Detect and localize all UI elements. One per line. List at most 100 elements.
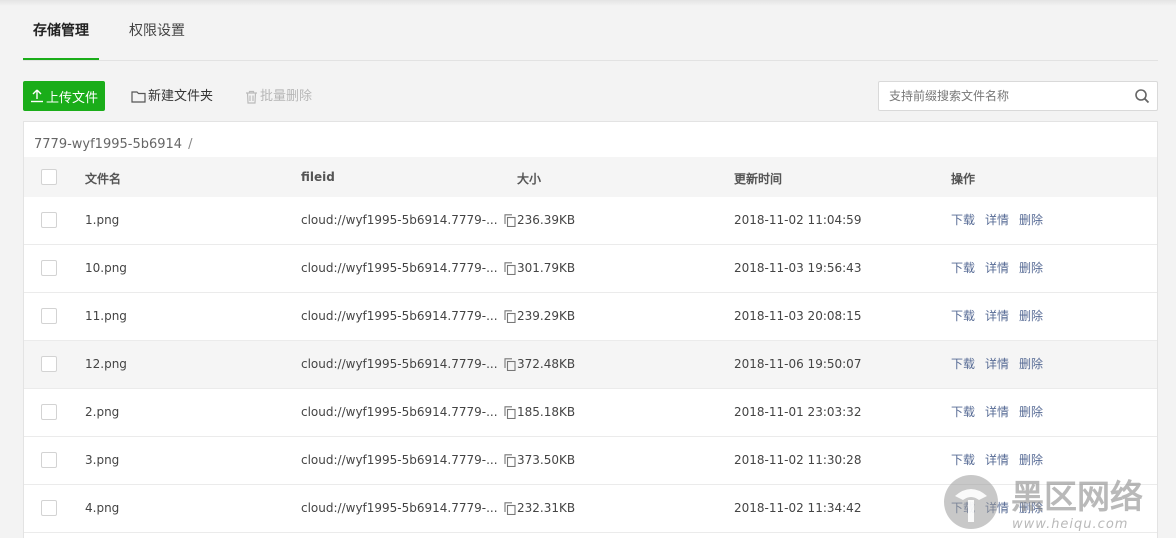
- file-name: 4.png: [85, 501, 120, 515]
- delete-link[interactable]: 删除: [1019, 405, 1043, 420]
- row-checkbox[interactable]: [41, 260, 57, 276]
- file-size: 301.79KB: [517, 261, 576, 275]
- upload-file-button[interactable]: 上传文件: [23, 81, 105, 111]
- upload-file-label: 上传文件: [45, 90, 98, 106]
- file-size: 239.29KB: [517, 309, 576, 323]
- detail-link[interactable]: 详情: [985, 309, 1009, 324]
- table-row[interactable]: 4.png cloud://wyf1995-5b6914.7779-... 23…: [24, 485, 1157, 533]
- detail-link[interactable]: 详情: [985, 501, 1009, 516]
- search-box: [878, 81, 1158, 111]
- row-checkbox[interactable]: [41, 212, 57, 228]
- row-actions: 下载 详情 删除: [951, 309, 1043, 324]
- header-fileid: fileid: [301, 170, 335, 184]
- tab-bar: 存储管理 权限设置: [23, 0, 1158, 61]
- download-link[interactable]: 下载: [951, 453, 975, 468]
- download-link[interactable]: 下载: [951, 213, 975, 228]
- trash-icon: [246, 90, 257, 104]
- file-id: cloud://wyf1995-5b6914.7779-...: [301, 261, 498, 275]
- copy-icon[interactable]: [504, 454, 516, 467]
- file-size: 372.48KB: [517, 357, 576, 371]
- file-id-cell: cloud://wyf1995-5b6914.7779-...: [301, 213, 516, 228]
- file-size: 236.39KB: [517, 213, 576, 227]
- search-icon[interactable]: [1134, 88, 1150, 104]
- header-filename: 文件名: [85, 172, 122, 186]
- detail-link[interactable]: 详情: [985, 213, 1009, 228]
- copy-icon[interactable]: [504, 214, 516, 227]
- file-size: 373.50KB: [517, 453, 576, 467]
- copy-icon[interactable]: [504, 406, 516, 419]
- file-id-cell: cloud://wyf1995-5b6914.7779-...: [301, 261, 516, 276]
- folder-icon: [131, 91, 146, 103]
- new-folder-label: 新建文件夹: [148, 89, 214, 104]
- batch-delete-label: 批量删除: [260, 89, 313, 104]
- download-link[interactable]: 下载: [951, 261, 975, 276]
- delete-link[interactable]: 删除: [1019, 501, 1043, 516]
- file-name: 1.png: [85, 213, 120, 227]
- update-time: 2018-11-06 19:50:07: [734, 357, 862, 371]
- batch-delete-button[interactable]: 批量删除: [245, 88, 312, 105]
- tab-storage-management[interactable]: 存储管理: [33, 22, 89, 40]
- table-row[interactable]: 2.png cloud://wyf1995-5b6914.7779-... 18…: [24, 389, 1157, 437]
- file-size: 232.31KB: [517, 501, 576, 515]
- file-name: 3.png: [85, 453, 120, 467]
- select-all-checkbox[interactable]: [41, 169, 57, 185]
- header-actions: 操作: [951, 172, 976, 186]
- row-checkbox[interactable]: [41, 452, 57, 468]
- copy-icon[interactable]: [504, 358, 516, 371]
- detail-link[interactable]: 详情: [985, 261, 1009, 276]
- delete-link[interactable]: 删除: [1019, 357, 1043, 372]
- file-id: cloud://wyf1995-5b6914.7779-...: [301, 501, 498, 515]
- table-row[interactable]: 1.png cloud://wyf1995-5b6914.7779-... 23…: [24, 197, 1157, 245]
- breadcrumb: 7779-wyf1995-5b6914 /: [34, 137, 192, 152]
- table-row[interactable]: 3.png cloud://wyf1995-5b6914.7779-... 37…: [24, 437, 1157, 485]
- search-input[interactable]: [879, 82, 1129, 110]
- delete-link[interactable]: 删除: [1019, 213, 1043, 228]
- file-id: cloud://wyf1995-5b6914.7779-...: [301, 405, 498, 419]
- file-name: 10.png: [85, 261, 127, 275]
- row-checkbox[interactable]: [41, 500, 57, 516]
- update-time: 2018-11-02 11:34:42: [734, 501, 862, 515]
- file-id-cell: cloud://wyf1995-5b6914.7779-...: [301, 309, 516, 324]
- detail-link[interactable]: 详情: [985, 357, 1009, 372]
- update-time: 2018-11-03 20:08:15: [734, 309, 862, 323]
- download-link[interactable]: 下载: [951, 501, 975, 516]
- update-time: 2018-11-02 11:04:59: [734, 213, 862, 227]
- row-checkbox[interactable]: [41, 404, 57, 420]
- download-link[interactable]: 下载: [951, 357, 975, 372]
- file-name: 12.png: [85, 357, 127, 371]
- delete-link[interactable]: 删除: [1019, 453, 1043, 468]
- row-checkbox[interactable]: [41, 308, 57, 324]
- copy-icon[interactable]: [504, 310, 516, 323]
- file-name: 11.png: [85, 309, 127, 323]
- file-name: 2.png: [85, 405, 120, 419]
- file-id-cell: cloud://wyf1995-5b6914.7779-...: [301, 453, 516, 468]
- download-link[interactable]: 下载: [951, 309, 975, 324]
- file-id-cell: cloud://wyf1995-5b6914.7779-...: [301, 357, 516, 372]
- header-size: 大小: [517, 172, 542, 186]
- copy-icon[interactable]: [504, 262, 516, 275]
- file-id-cell: cloud://wyf1995-5b6914.7779-...: [301, 501, 516, 516]
- file-id-cell: cloud://wyf1995-5b6914.7779-...: [301, 405, 516, 420]
- update-time: 2018-11-03 19:56:43: [734, 261, 862, 275]
- update-time: 2018-11-01 23:03:32: [734, 405, 862, 419]
- file-id: cloud://wyf1995-5b6914.7779-...: [301, 309, 498, 323]
- file-id: cloud://wyf1995-5b6914.7779-...: [301, 213, 498, 227]
- breadcrumb-separator: /: [188, 137, 193, 152]
- download-link[interactable]: 下载: [951, 405, 975, 420]
- detail-link[interactable]: 详情: [985, 453, 1009, 468]
- new-folder-button[interactable]: 新建文件夹: [131, 88, 213, 105]
- file-id: cloud://wyf1995-5b6914.7779-...: [301, 453, 498, 467]
- row-actions: 下载 详情 删除: [951, 501, 1043, 516]
- table-row[interactable]: 11.png cloud://wyf1995-5b6914.7779-... 2…: [24, 293, 1157, 341]
- file-id: cloud://wyf1995-5b6914.7779-...: [301, 357, 498, 371]
- delete-link[interactable]: 删除: [1019, 261, 1043, 276]
- detail-link[interactable]: 详情: [985, 405, 1009, 420]
- breadcrumb-path[interactable]: 7779-wyf1995-5b6914: [34, 137, 182, 152]
- copy-icon[interactable]: [504, 502, 516, 515]
- row-checkbox[interactable]: [41, 356, 57, 372]
- row-actions: 下载 详情 删除: [951, 261, 1043, 276]
- tab-permission-settings[interactable]: 权限设置: [129, 22, 185, 40]
- table-row[interactable]: 10.png cloud://wyf1995-5b6914.7779-... 3…: [24, 245, 1157, 293]
- table-row[interactable]: 12.png cloud://wyf1995-5b6914.7779-... 3…: [24, 341, 1157, 389]
- delete-link[interactable]: 删除: [1019, 309, 1043, 324]
